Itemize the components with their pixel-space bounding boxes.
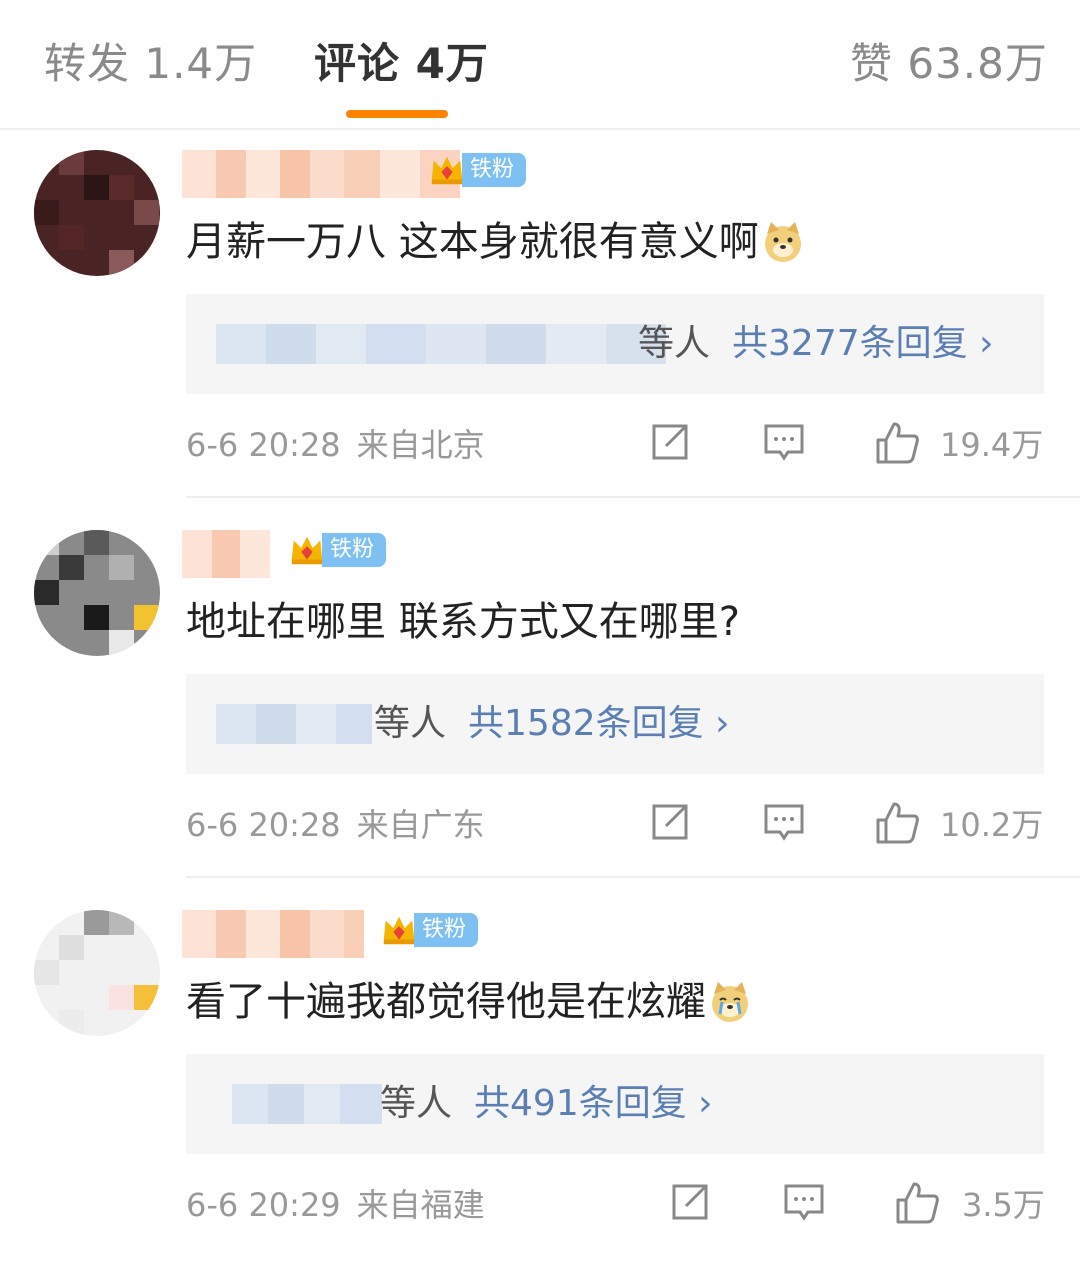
comment-meta: 6-6 20:28 来自广东 — [186, 803, 485, 847]
reply-summary: 等人 共3277条回复 › — [638, 323, 994, 364]
location: 来自广东 — [356, 806, 485, 844]
timestamp: 6-6 20:29 — [186, 1186, 341, 1224]
username[interactable] — [182, 530, 270, 578]
tab-likes[interactable]: 赞 63.8万 — [850, 38, 1048, 90]
comment-meta: 6-6 20:28 来自北京 — [186, 423, 485, 467]
reply-icon[interactable] — [782, 1180, 826, 1224]
reply-summary: 等人 共491条回复 › — [380, 1083, 713, 1124]
divider — [186, 876, 1080, 878]
repost-icon[interactable] — [648, 800, 692, 844]
like-icon[interactable] — [874, 800, 920, 846]
location: 来自福建 — [356, 1186, 485, 1224]
active-tab-indicator — [346, 110, 448, 118]
username[interactable] — [182, 150, 460, 198]
crown-icon — [431, 156, 463, 185]
fan-badge-label: 铁粉 — [414, 913, 479, 947]
avatar[interactable] — [34, 530, 160, 656]
location: 来自北京 — [356, 426, 485, 464]
reply-summary: 等人 共1582条回复 › — [374, 703, 730, 744]
fan-badge-label: 铁粉 — [462, 153, 527, 187]
reply-icon[interactable] — [762, 800, 806, 844]
comment-text: 看了十遍我都觉得他是在炫耀 — [186, 974, 752, 1030]
comment-item: 铁粉 地址在哪里 联系方式又在哪里? 等人 共1582条回复 › 6-6 20:2… — [0, 508, 1080, 888]
view-replies-link[interactable]: 共1582条回复 › — [468, 703, 729, 744]
tab-reposts[interactable]: 转发 1.4万 — [44, 38, 257, 90]
like-icon[interactable] — [874, 420, 920, 466]
comment-text: 地址在哪里 联系方式又在哪里? — [186, 599, 740, 645]
view-replies-link[interactable]: 共3277条回复 › — [732, 323, 993, 364]
divider — [186, 496, 1080, 498]
timestamp: 6-6 20:28 — [186, 806, 341, 844]
timestamp: 6-6 20:28 — [186, 426, 341, 464]
doge-emoji-icon — [764, 222, 801, 262]
repost-icon[interactable] — [668, 1180, 712, 1224]
fan-badge[interactable]: 铁粉 — [380, 906, 479, 954]
avatar[interactable] — [34, 150, 160, 276]
like-count: 19.4万 — [940, 426, 1044, 464]
view-replies-link[interactable]: 共491条回复 › — [474, 1083, 713, 1124]
reply-icon[interactable] — [762, 420, 806, 464]
reply-preview[interactable]: 等人 共3277条回复 › — [186, 294, 1044, 394]
avatar[interactable] — [34, 910, 160, 1036]
repost-icon[interactable] — [648, 420, 692, 464]
tab-comments[interactable]: 评论 4万 — [314, 38, 489, 90]
comment-item: 铁粉 月薪一万八 这本身就很有意义啊 等人 共3277条回复 › 6-6 20:2… — [0, 128, 1080, 508]
crown-icon — [383, 916, 415, 945]
comment-meta: 6-6 20:29 来自福建 — [186, 1183, 485, 1227]
comment-item: 铁粉 看了十遍我都觉得他是在炫耀 等人 共491条回复 › 6-6 20:29 来自… — [0, 888, 1080, 1268]
like-count: 3.5万 — [962, 1186, 1045, 1224]
like-icon[interactable] — [894, 1180, 940, 1226]
reply-preview[interactable]: 等人 共1582条回复 › — [186, 674, 1044, 774]
replier-names — [232, 1084, 382, 1124]
crown-icon — [291, 536, 323, 565]
username[interactable] — [182, 910, 364, 958]
like-count: 10.2万 — [940, 806, 1044, 844]
comment-text: 月薪一万八 这本身就很有意义啊 — [186, 214, 805, 270]
crying-doge-emoji-icon — [712, 982, 748, 1022]
tab-bar: 转发 1.4万 评论 4万 赞 63.8万 — [0, 0, 1080, 130]
replier-names — [216, 324, 666, 364]
replier-names — [216, 704, 372, 744]
reply-preview[interactable]: 等人 共491条回复 › — [186, 1054, 1044, 1154]
fan-badge-label: 铁粉 — [322, 533, 387, 567]
fan-badge[interactable]: 铁粉 — [288, 526, 387, 574]
fan-badge[interactable]: 铁粉 — [428, 146, 527, 194]
